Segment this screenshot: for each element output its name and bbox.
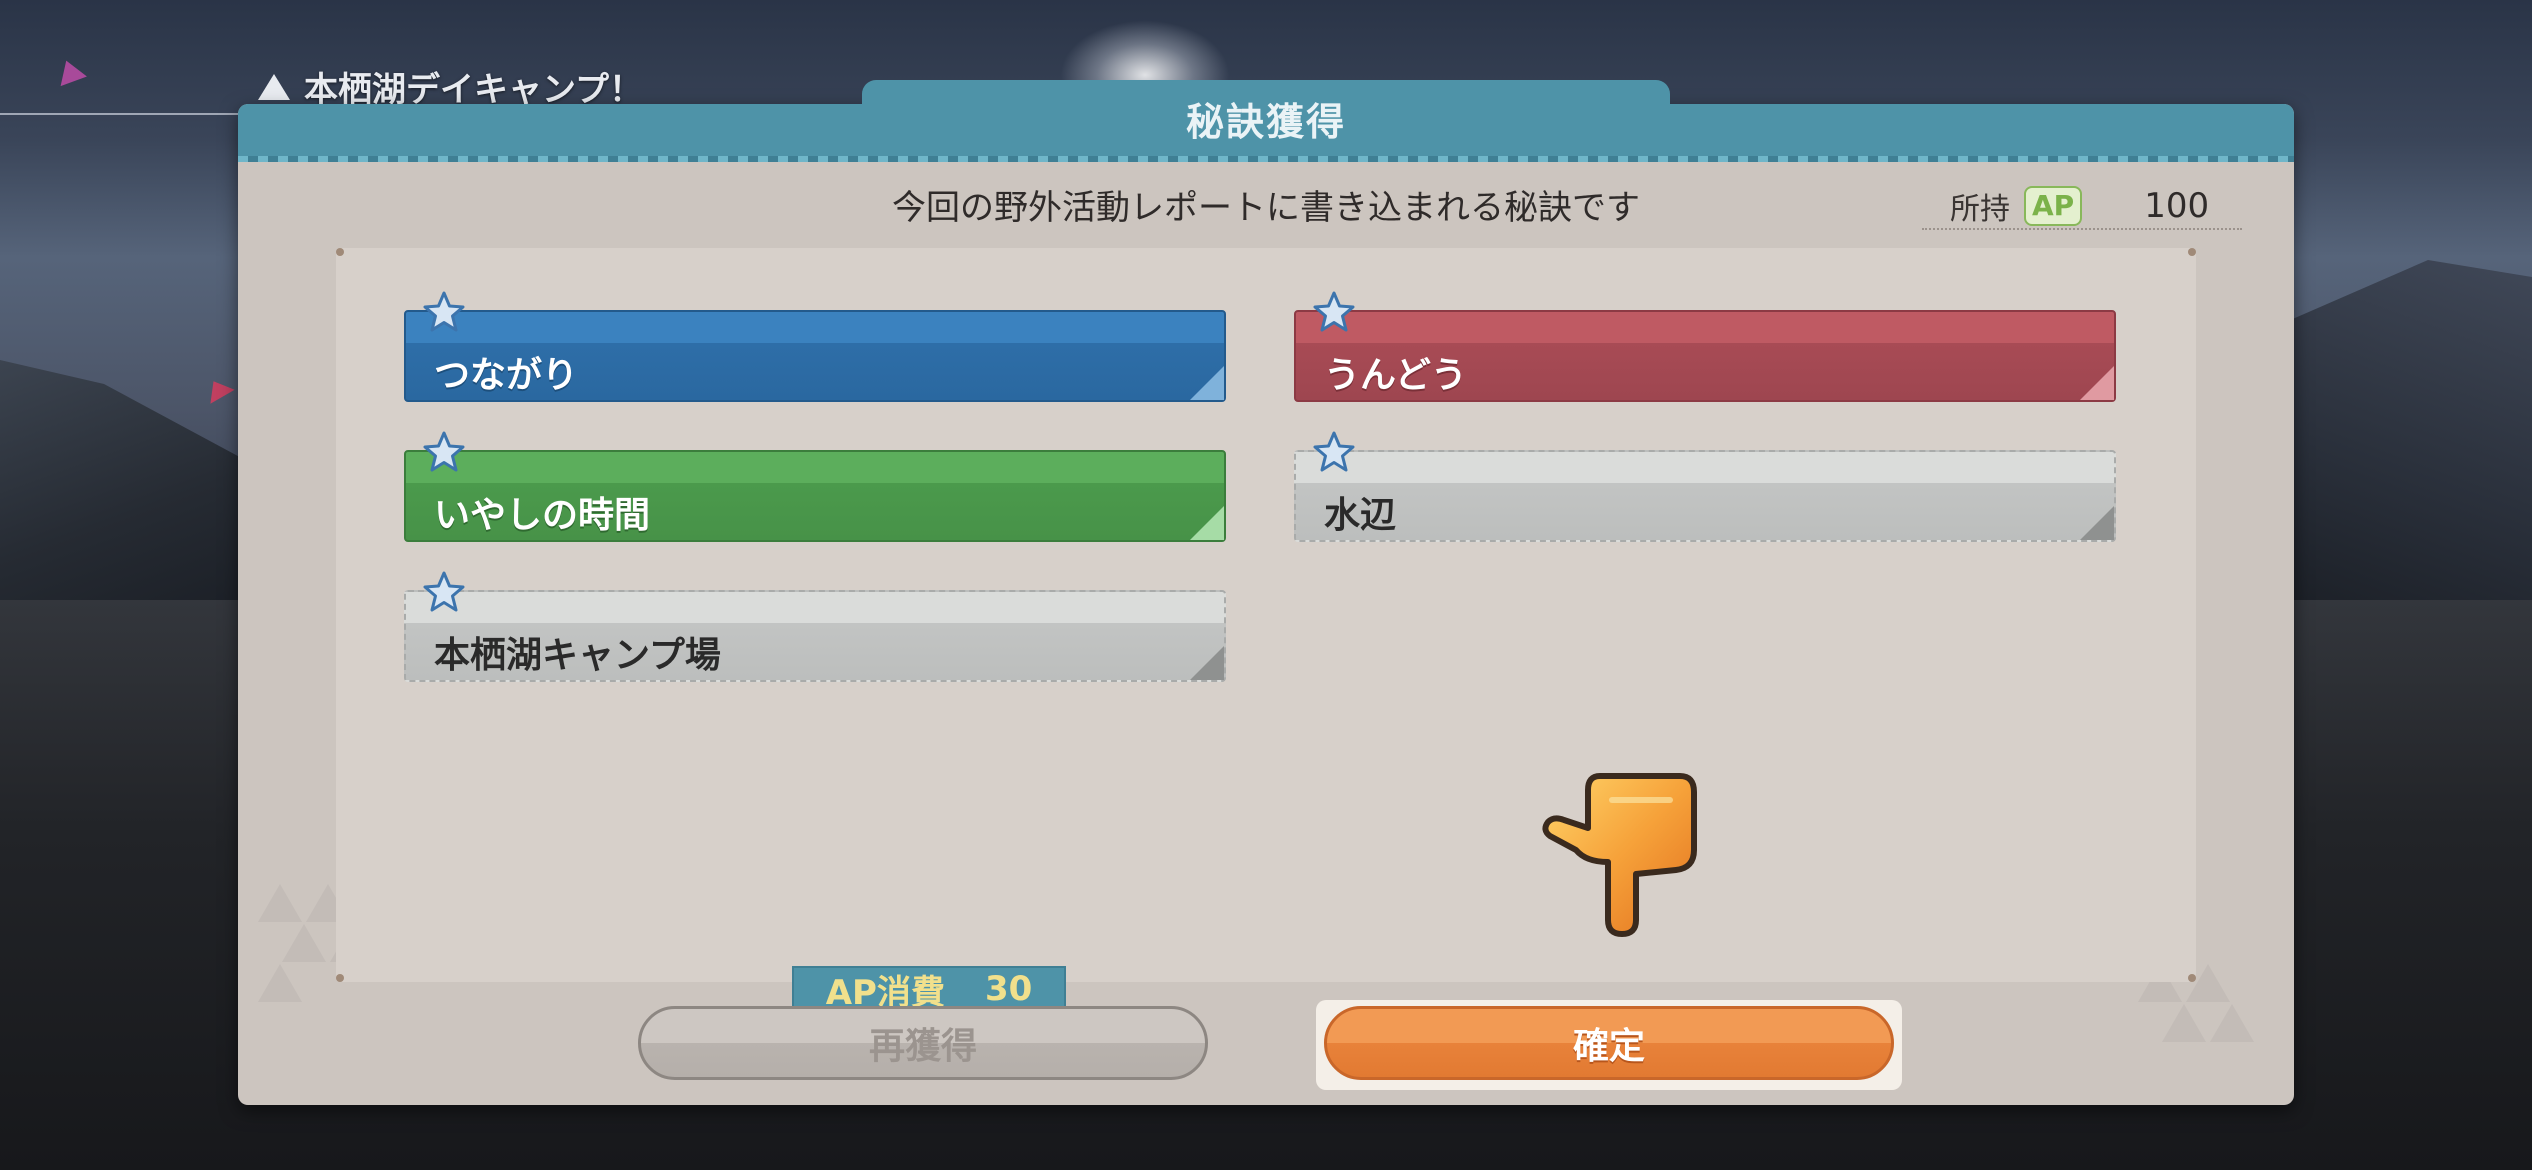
triangle-icon <box>258 73 290 100</box>
background-mountain-right <box>2272 260 2532 600</box>
skill-card-label: つながり <box>434 355 579 396</box>
card-corner <box>1190 646 1224 680</box>
skill-card[interactable]: いやしの時間 <box>404 431 1226 542</box>
skill-card[interactable]: 水辺 <box>1294 431 2116 542</box>
star-icon <box>423 431 465 472</box>
panel-pin <box>2188 974 2196 982</box>
skill-card[interactable]: つながり <box>404 291 1226 402</box>
skill-card-label: うんどう <box>1324 355 1467 396</box>
decor-triangle <box>282 924 326 962</box>
card-corner <box>1190 366 1224 400</box>
ap-cost-value: 30 <box>984 969 1033 1009</box>
panel-pin <box>336 974 344 982</box>
skill-card-label: いやしの時間 <box>434 495 651 536</box>
star-icon <box>423 571 465 612</box>
star-icon <box>423 291 465 332</box>
reacquire-button[interactable]: 再獲得 <box>638 1006 1208 1080</box>
skill-card[interactable]: 本栖湖キャンプ場 <box>404 571 1226 682</box>
panel-pin <box>2188 248 2196 256</box>
star-icon <box>1313 431 1355 472</box>
panel-pin <box>336 248 344 256</box>
skill-card[interactable]: うんどう <box>1294 291 2116 402</box>
ap-owned-label: 所持 <box>1950 192 2010 227</box>
star-icon <box>1313 291 1355 332</box>
stage-title-underline <box>0 113 260 115</box>
skill-card-label: 本栖湖キャンプ場 <box>434 635 721 676</box>
card-corner <box>1190 506 1224 540</box>
pointing-hand-icon <box>1542 773 1697 937</box>
decor-triangle <box>258 964 302 1002</box>
confirm-button[interactable]: 確定 <box>1324 1006 1894 1080</box>
card-corner <box>2080 366 2114 400</box>
ap-owned-display: 所持 AP 100 <box>1950 184 2209 228</box>
decor-triangle <box>53 55 87 87</box>
decor-triangle <box>201 374 235 404</box>
ap-badge-icon: AP <box>2024 186 2083 226</box>
ap-owned-underline <box>1922 228 2242 230</box>
ap-owned-value: 100 <box>2144 186 2210 226</box>
decor-triangle <box>258 884 302 922</box>
decor-triangle <box>2162 1004 2206 1042</box>
dialog-title: 秘訣獲得 <box>862 80 1670 156</box>
decor-triangle <box>2210 1004 2254 1042</box>
card-corner <box>2080 506 2114 540</box>
skill-card-label: 水辺 <box>1324 495 1397 536</box>
